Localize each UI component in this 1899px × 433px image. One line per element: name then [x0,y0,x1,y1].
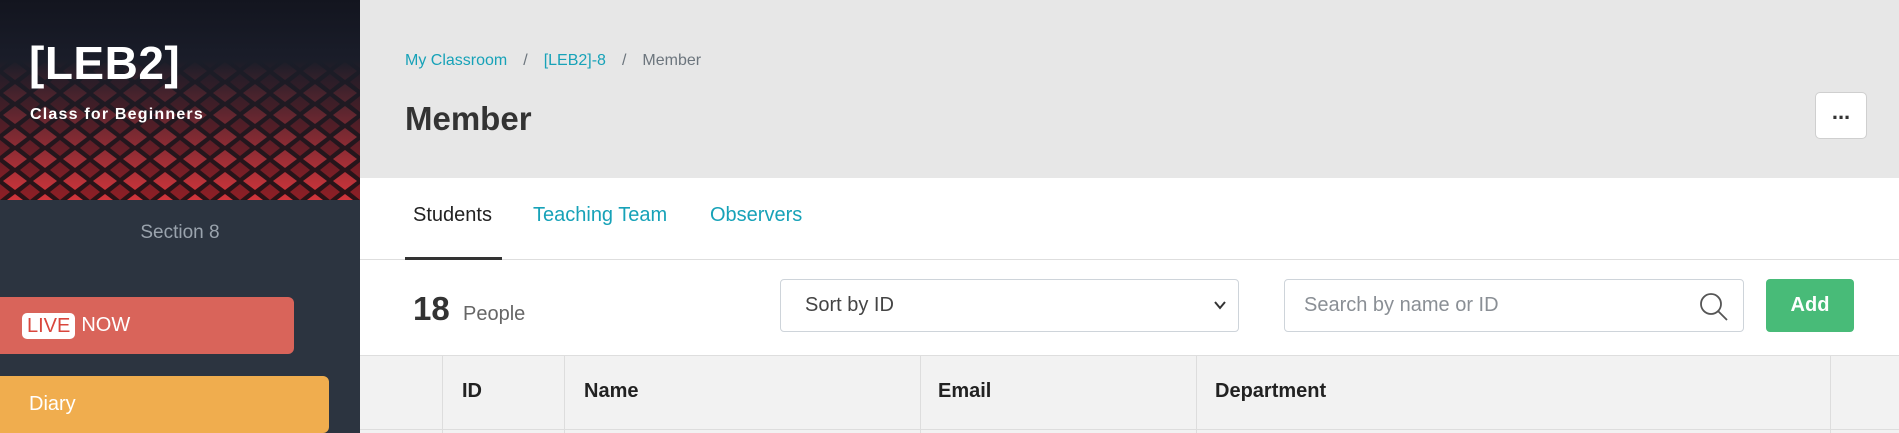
member-count-label: People [463,303,526,325]
app-root: [LEB2] Class for Beginners Section 8 LIV… [0,0,1899,433]
column-header-actions [1831,356,1899,433]
tab-teaching-team[interactable]: Teaching Team [533,178,667,260]
main-content: My Classroom / [LEB2]-8 / Member Member … [360,0,1899,433]
member-tabs: Students Teaching Team Observers [360,178,1899,260]
breadcrumb-current: Member [642,52,702,69]
column-header-id[interactable]: ID [443,356,565,433]
search-icon[interactable] [1699,292,1729,322]
breadcrumb-separator: / [523,52,528,69]
course-code: [LEB2] [29,37,181,89]
breadcrumb-my-classroom[interactable]: My Classroom [405,52,507,70]
sidebar: [LEB2] Class for Beginners Section 8 LIV… [0,0,360,433]
page-header: My Classroom / [LEB2]-8 / Member Member … [360,0,1899,178]
add-member-button[interactable]: Add [1766,279,1854,332]
course-subtitle: Class for Beginners [30,106,204,123]
live-now-label: NOW [81,314,131,336]
breadcrumb-course[interactable]: [LEB2]-8 [544,52,606,70]
course-banner: [LEB2] Class for Beginners [0,0,360,200]
live-tag: LIVE [22,312,76,339]
member-table-header: ID Name Email Department [360,355,1899,433]
column-header-email[interactable]: Email [921,356,1197,433]
column-header-select [360,356,443,433]
tab-students[interactable]: Students [405,178,502,260]
diary-button[interactable]: Diary [0,376,329,433]
chevron-down-icon [1214,301,1226,310]
search-box [1284,279,1744,332]
breadcrumb-separator: / [621,52,627,69]
search-input[interactable] [1285,280,1685,331]
column-header-name[interactable]: Name [565,356,921,433]
sort-select[interactable]: Sort by ID [780,279,1239,332]
page-title: Member [405,100,532,137]
member-toolbar: 18 People Sort by ID Add [360,260,1899,355]
more-options-button[interactable]: ... [1815,92,1867,139]
diary-label: Diary [29,393,76,415]
column-header-department[interactable]: Department [1197,356,1831,433]
row-divider [360,429,1899,430]
section-label: Section 8 [140,222,220,243]
member-count: 18 [413,290,450,327]
breadcrumb: My Classroom / [LEB2]-8 / Member [405,52,701,70]
tab-observers[interactable]: Observers [710,178,802,260]
sort-select-value: Sort by ID [805,294,894,316]
live-now-button[interactable]: LIVE NOW [0,297,294,354]
